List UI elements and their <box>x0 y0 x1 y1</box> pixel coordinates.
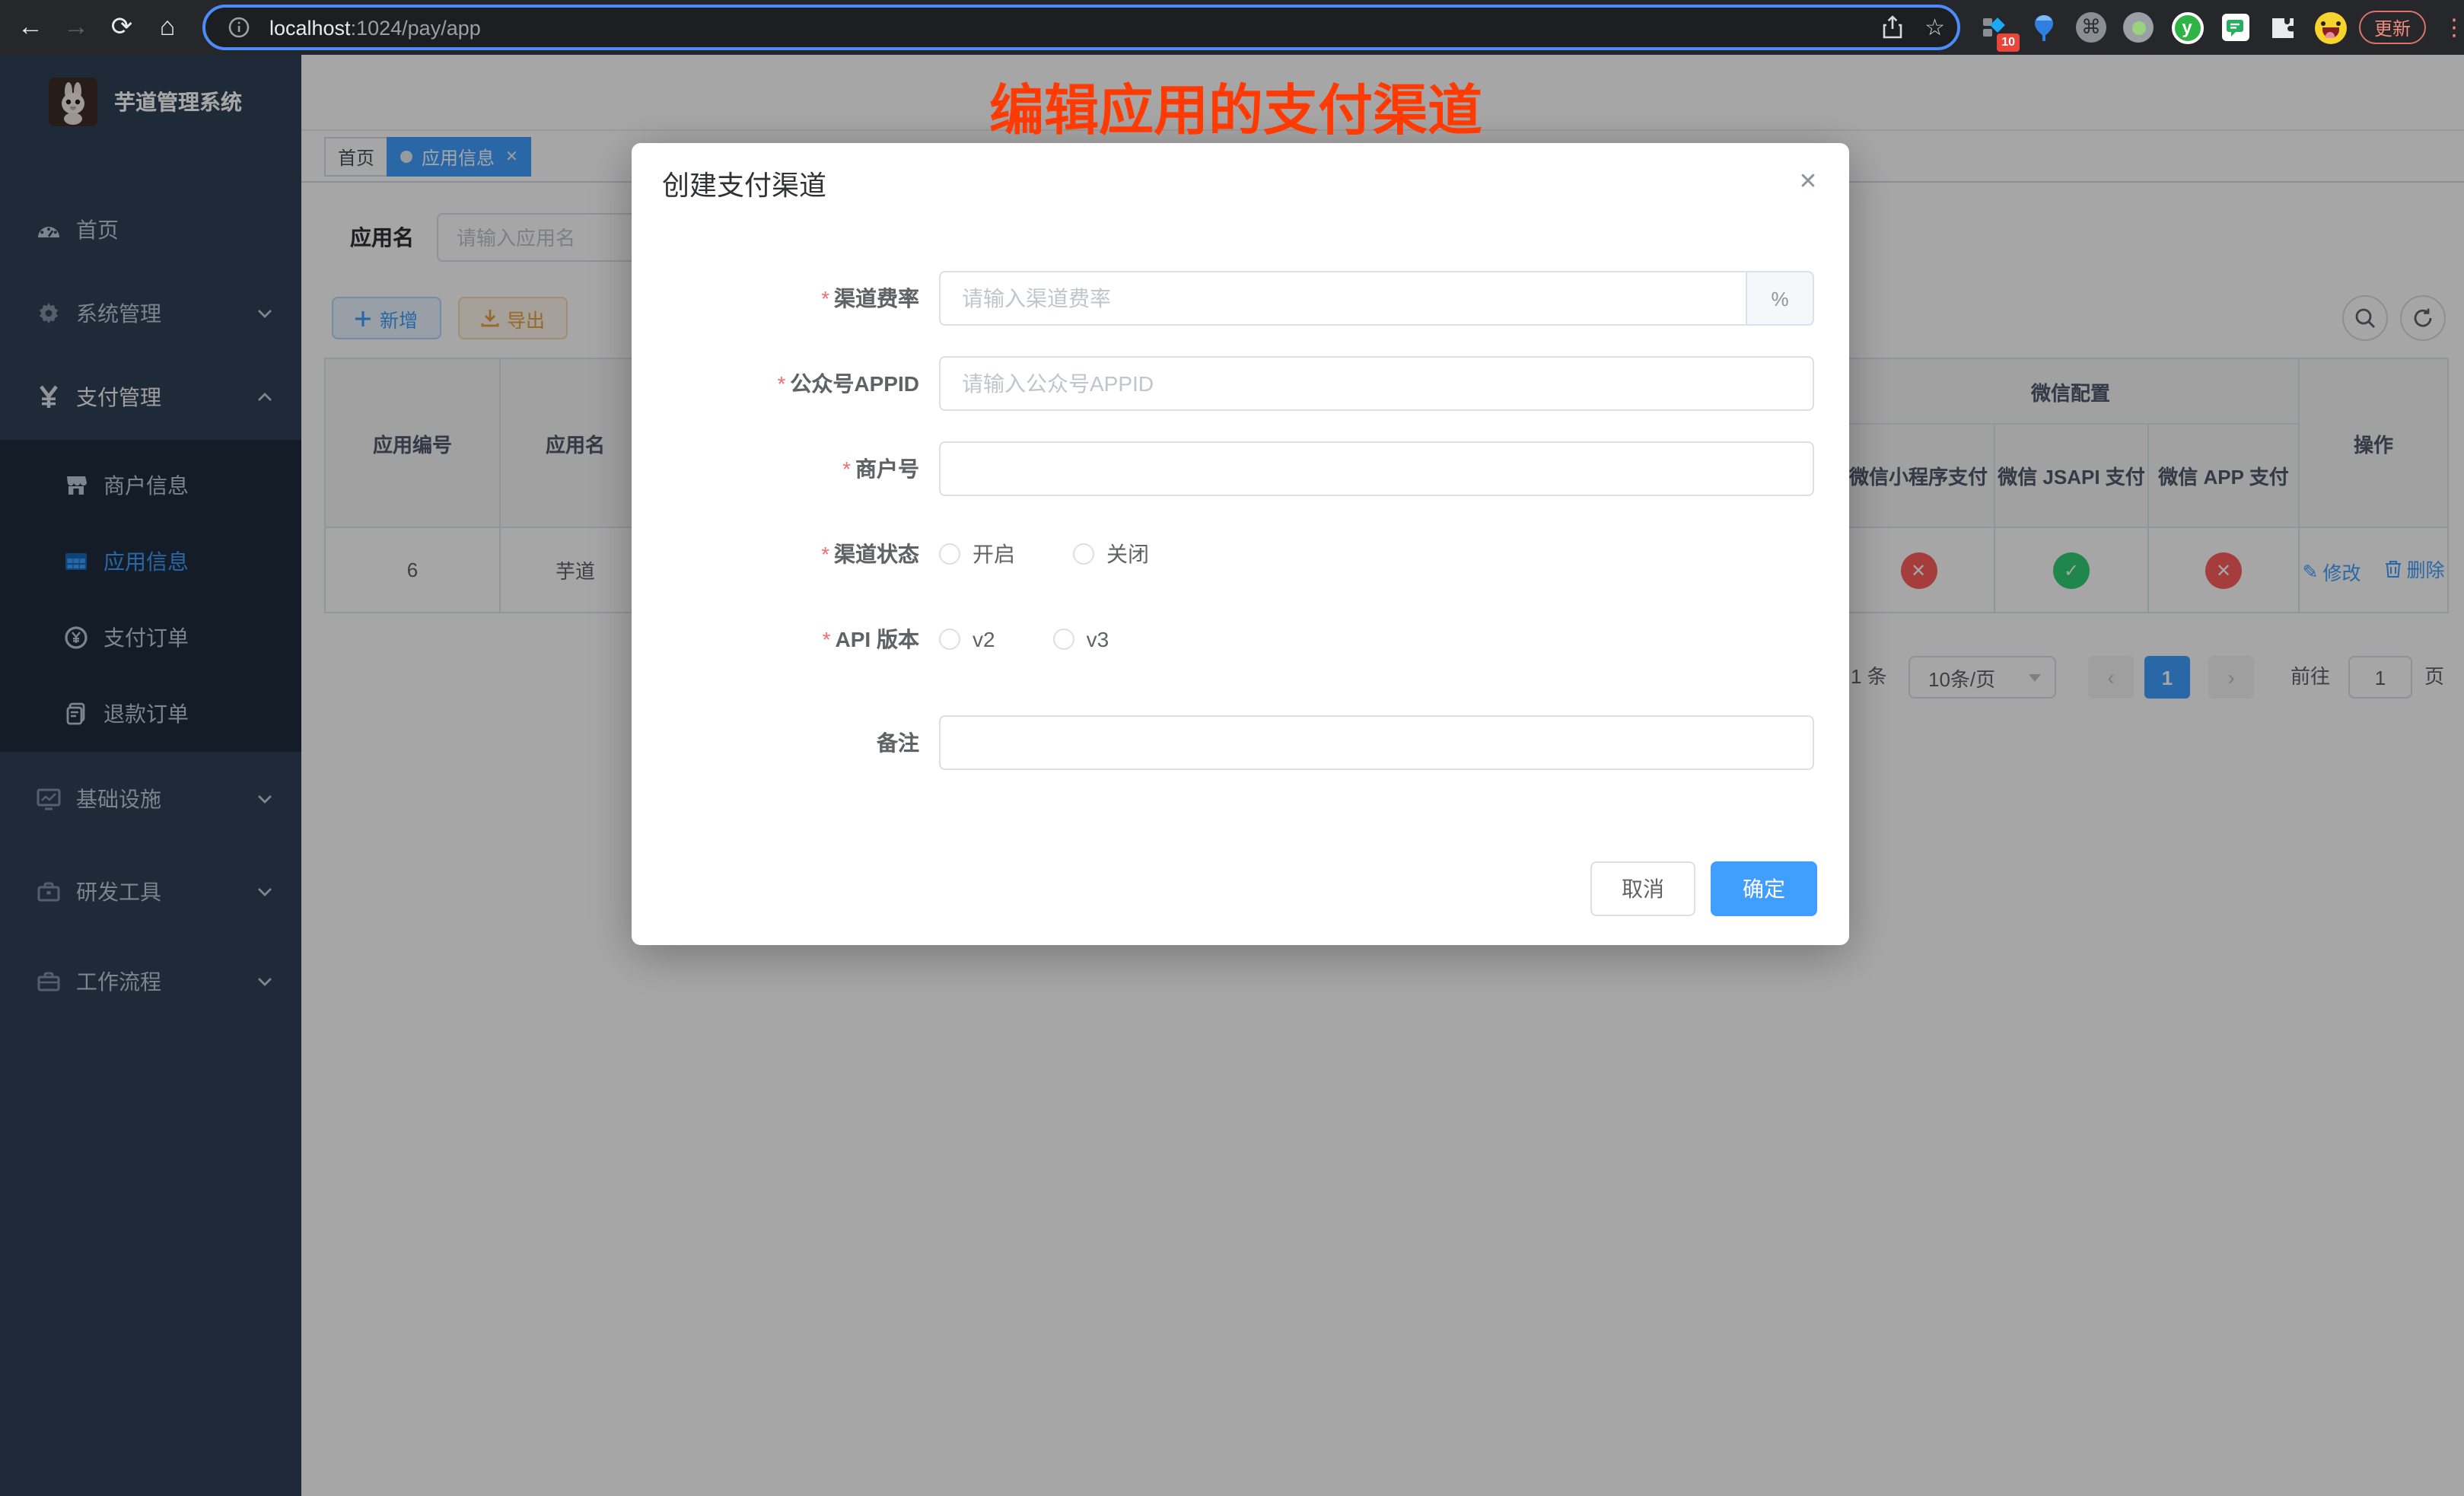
extension-y-icon[interactable]: y <box>2167 8 2207 47</box>
merchant-id-label: 商户号 <box>855 457 919 481</box>
browser-toolbar: ← → ⟳ ⌂ localhost:1024/pay/app ☆ 10 ⌘ <box>0 0 2464 55</box>
remark-input[interactable] <box>939 715 1814 770</box>
radio-circle-icon <box>939 543 960 565</box>
radio-circle-icon <box>939 629 960 650</box>
api-version-label: API 版本 <box>836 627 919 651</box>
screen: ← → ⟳ ⌂ localhost:1024/pay/app ☆ 10 ⌘ <box>0 0 2464 1496</box>
url-text: localhost:1024/pay/app <box>269 16 481 39</box>
percent-append: % <box>1747 271 1814 326</box>
dialog-close-icon[interactable]: ✕ <box>1794 167 1822 195</box>
radio-api-v3[interactable]: v3 <box>1053 627 1109 651</box>
cancel-button[interactable]: 取消 <box>1590 861 1695 916</box>
extension-badge: 10 <box>1997 33 2020 52</box>
form-row-merchant: *商户号 <box>632 441 1849 496</box>
browser-back-button[interactable]: ← <box>9 0 52 55</box>
create-pay-channel-dialog: 创建支付渠道 ✕ *渠道费率 % *公众号APPID *商户号 *渠道状态 开启 <box>632 143 1849 945</box>
form-row-api-version: *API 版本 v2 v3 <box>632 612 1849 667</box>
browser-update-button[interactable]: 更新 <box>2359 11 2426 44</box>
form-row-rate: *渠道费率 % <box>632 271 1849 326</box>
rate-label: 渠道费率 <box>834 286 919 310</box>
merchant-id-input[interactable] <box>939 441 1814 496</box>
browser-home-button[interactable]: ⌂ <box>146 0 189 55</box>
dialog-title: 创建支付渠道 <box>662 164 826 204</box>
extension-gray-dot-icon[interactable] <box>2119 8 2158 47</box>
share-icon[interactable] <box>1880 15 1903 40</box>
extension-sidekick-icon[interactable]: 10 <box>1974 8 2014 47</box>
dialog-footer: 取消 确定 <box>1590 861 1817 916</box>
radio-circle-icon <box>1073 543 1094 565</box>
form-row-appid: *公众号APPID <box>632 356 1849 411</box>
extension-chat-icon[interactable] <box>2216 8 2255 47</box>
appid-label: 公众号APPID <box>790 371 919 396</box>
form-row-remark: 备注 <box>632 715 1849 770</box>
channel-rate-input[interactable] <box>939 271 1747 326</box>
bookmark-star-icon[interactable]: ☆ <box>1924 14 1945 41</box>
browser-reload-button[interactable]: ⟳ <box>100 0 143 55</box>
radio-status-open[interactable]: 开启 <box>939 539 1015 569</box>
extension-command-icon[interactable]: ⌘ <box>2071 8 2111 47</box>
remark-label: 备注 <box>877 730 919 755</box>
official-account-appid-input[interactable] <box>939 356 1814 411</box>
annotation-text: 编辑应用的支付渠道 <box>989 67 1482 146</box>
browser-menu-icon[interactable]: ⋮ <box>2444 0 2464 55</box>
profile-emoji-icon[interactable] <box>2310 8 2350 47</box>
confirm-button[interactable]: 确定 <box>1711 861 1817 916</box>
radio-api-v2[interactable]: v2 <box>939 627 995 651</box>
address-bar[interactable]: localhost:1024/pay/app ☆ <box>202 5 1960 50</box>
extensions-puzzle-icon[interactable] <box>2263 8 2303 47</box>
extension-balloon-icon[interactable] <box>2024 8 2064 47</box>
radio-status-closed[interactable]: 关闭 <box>1073 539 1149 569</box>
radio-circle-icon <box>1053 629 1074 650</box>
form-row-status: *渠道状态 开启 关闭 <box>632 527 1849 581</box>
browser-forward-button[interactable]: → <box>55 0 97 55</box>
channel-status-label: 渠道状态 <box>834 542 919 566</box>
site-info-icon[interactable] <box>221 9 257 46</box>
